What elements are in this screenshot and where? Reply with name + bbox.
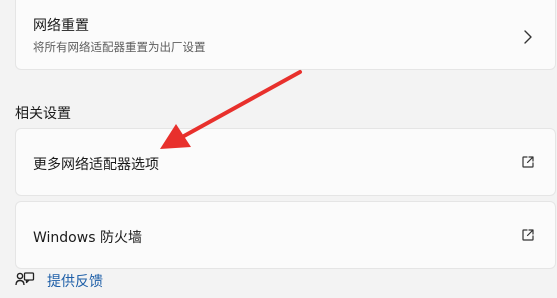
network-reset-card[interactable]: 网络重置 将所有网络适配器重置为出厂设置: [15, 0, 556, 70]
more-adapter-options-label: 更多网络适配器选项: [33, 157, 159, 173]
external-link-icon: [522, 229, 534, 241]
external-link-icon: [522, 156, 534, 168]
windows-firewall-item[interactable]: Windows 防火墙: [15, 201, 556, 269]
feedback-link[interactable]: 提供反馈: [15, 271, 103, 291]
related-settings-heading: 相关设置: [15, 106, 71, 122]
network-reset-title: 网络重置: [33, 18, 89, 34]
more-adapter-options-item[interactable]: 更多网络适配器选项: [15, 128, 556, 196]
windows-firewall-label: Windows 防火墙: [33, 230, 142, 246]
feedback-label: 提供反馈: [47, 274, 103, 290]
chevron-right-icon: [524, 30, 532, 44]
network-reset-subtitle: 将所有网络适配器重置为出厂设置: [33, 40, 206, 54]
feedback-icon: [15, 272, 35, 286]
